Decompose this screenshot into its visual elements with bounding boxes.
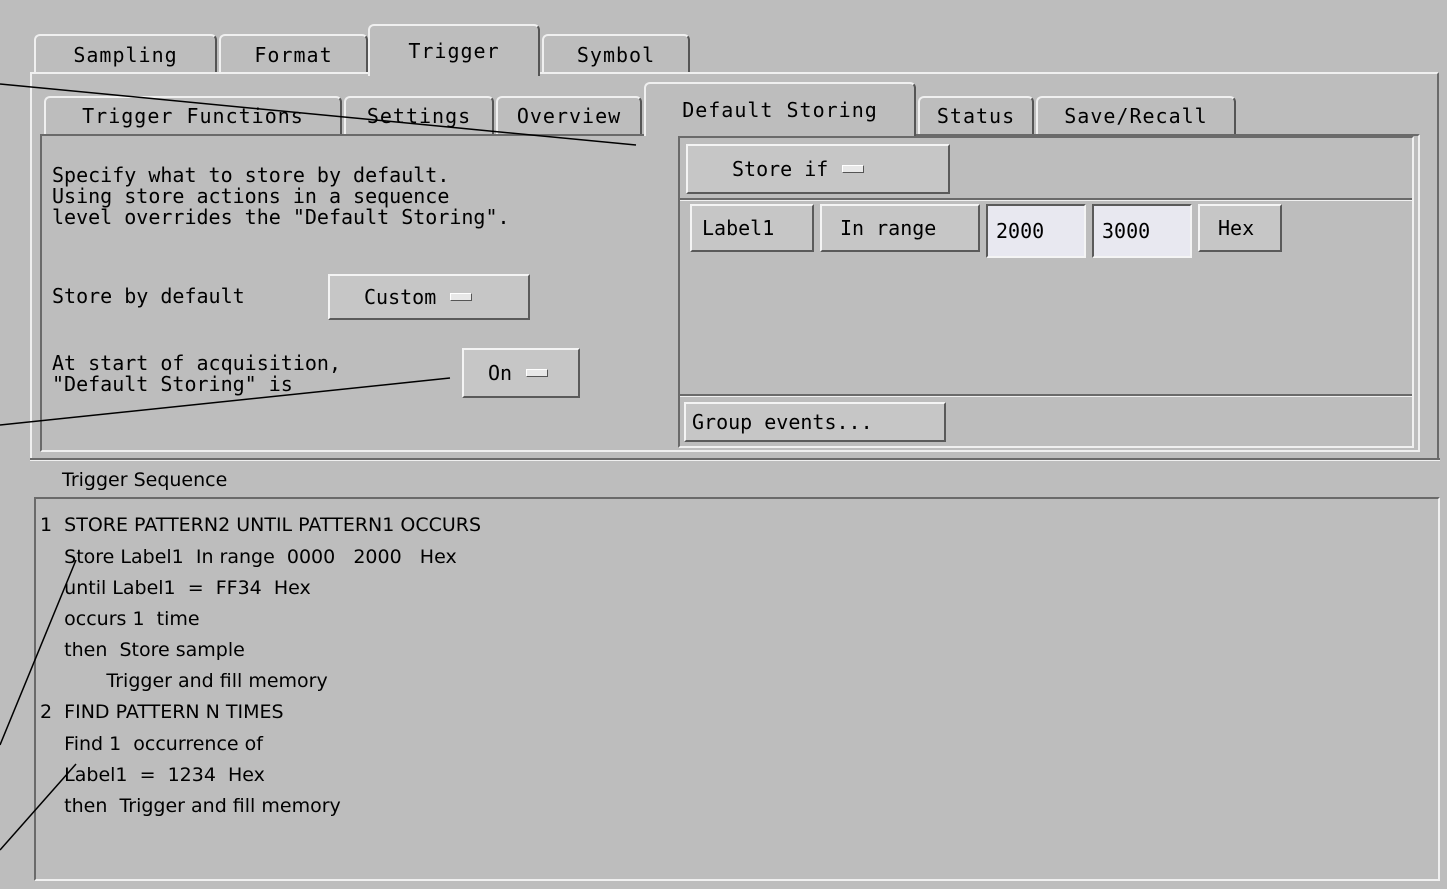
tab-default-storing[interactable]: Default Storing [644, 82, 916, 136]
tab-status[interactable]: Status [918, 96, 1034, 134]
tab-save-recall[interactable]: Save/Recall [1036, 96, 1236, 134]
tab-overview[interactable]: Overview [496, 96, 642, 134]
trigger-sequence-title: Trigger Sequence [62, 469, 228, 491]
base-button[interactable]: Hex [1198, 204, 1282, 252]
range-from-field[interactable]: 2000 [986, 204, 1086, 258]
tab-format[interactable]: Format [219, 34, 368, 74]
sequence-line: Find 1 occurrence of [40, 733, 263, 755]
group-events-button[interactable]: Group events... [684, 402, 946, 442]
description-line-1: Specify what to store by default. [52, 163, 450, 187]
store-by-default-label: Store by default [52, 284, 245, 308]
dropdown-indicator-icon [842, 165, 865, 173]
store-by-default-dropdown[interactable]: Custom [328, 274, 530, 320]
sequence-line: 2 FIND PATTERN N TIMES [40, 701, 284, 723]
description-line-3: level overrides the "Default Storing". [52, 205, 510, 229]
tab-symbol[interactable]: Symbol [542, 34, 690, 74]
default-storing-state-value: On [488, 361, 513, 385]
store-if-dropdown[interactable]: Store if [686, 144, 950, 194]
tab-sampling[interactable]: Sampling [34, 34, 217, 74]
sequence-line: Store Label1 In range 0000 2000 Hex [40, 546, 457, 568]
sequence-line: until Label1 = FF34 Hex [40, 577, 311, 599]
store-if-value: Store if [732, 157, 829, 181]
tab-trigger[interactable]: Trigger [368, 24, 540, 76]
sequence-line: then Store sample [40, 639, 245, 661]
tab-settings[interactable]: Settings [344, 96, 494, 134]
tab-trigger-functions[interactable]: Trigger Functions [44, 96, 342, 134]
sequence-line: then Trigger and fill memory [40, 795, 341, 817]
operator-button[interactable]: In range [820, 204, 980, 252]
default-storing-state-dropdown[interactable]: On [462, 348, 580, 398]
store-by-default-value: Custom [364, 285, 437, 309]
sequence-line: occurs 1 time [40, 608, 200, 630]
condition-divider-top [680, 198, 1412, 201]
sequence-line: 1 STORE PATTERN2 UNTIL PATTERN1 OCCURS [40, 514, 482, 536]
acquisition-line-1: At start of acquisition, [52, 351, 341, 375]
dropdown-indicator-icon [526, 369, 549, 377]
condition-divider-bottom [680, 394, 1412, 397]
range-to-field[interactable]: 3000 [1092, 204, 1192, 258]
acquisition-line-2: "Default Storing" is [52, 372, 293, 396]
sequence-divider [30, 458, 1440, 461]
description-line-2: Using store actions in a sequence [52, 184, 450, 208]
dropdown-indicator-icon [450, 293, 473, 301]
label-button[interactable]: Label1 [690, 204, 814, 252]
sequence-line: Label1 = 1234 Hex [40, 764, 265, 786]
sequence-line: Trigger and fill memory [40, 670, 328, 692]
